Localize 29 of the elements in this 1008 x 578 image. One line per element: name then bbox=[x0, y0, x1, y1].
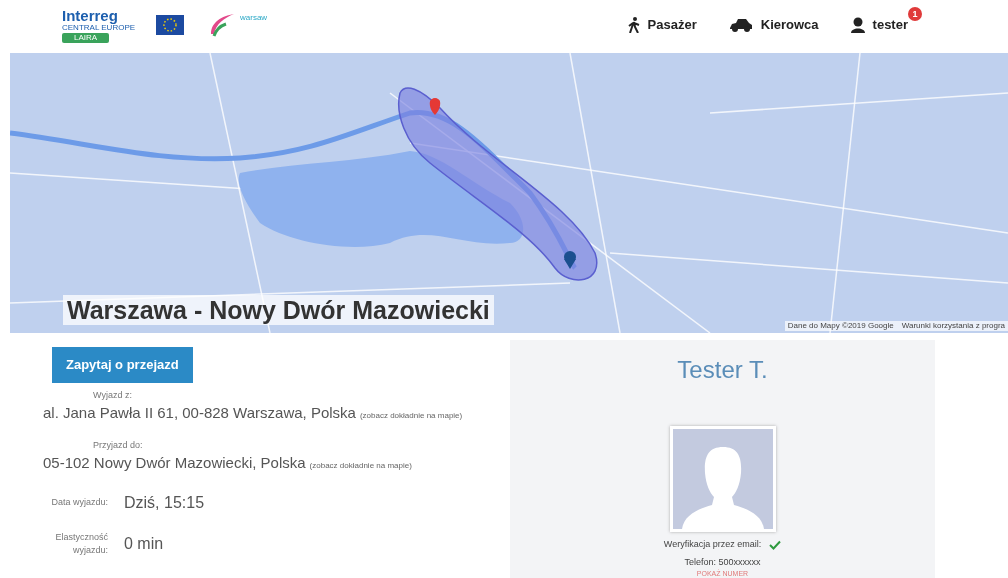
email-verification-label: Weryfikacja przez email: bbox=[663, 538, 762, 551]
logo-title: Interreg bbox=[62, 7, 119, 23]
address-text: al. Jana Pawła II 61, 00-828 Warszawa, Polska bbox=[43, 403, 356, 423]
route-title: Warszawa - Nowy Dwór Mazowiecki bbox=[63, 295, 494, 325]
swoosh-logo-icon bbox=[208, 12, 236, 38]
logo-text: warsaw bbox=[240, 12, 268, 24]
eu-flag-icon bbox=[156, 15, 184, 35]
map-link[interactable]: (zobacz dokładnie na mapie) bbox=[309, 460, 412, 472]
address-text: 05-102 Nowy Dwór Mazowiecki, Polska bbox=[43, 453, 306, 473]
map-attribution: Dane do Mapy ©2019 Google bbox=[787, 321, 894, 331]
driver-name: Tester T. bbox=[677, 355, 768, 385]
nav-link[interactable]: Kierowca bbox=[728, 15, 819, 35]
field-label: Elastyczność wyjazdu: bbox=[54, 530, 108, 557]
field-label: Data wyjazdu: bbox=[50, 495, 108, 509]
map-link[interactable]: (zobacz dokładnie na mapie) bbox=[359, 410, 463, 422]
ask-ride-button[interactable]: Zapytaj o przejazd bbox=[52, 347, 193, 383]
user-icon bbox=[850, 17, 865, 33]
field-value: Dziś, 15:15 bbox=[124, 492, 205, 513]
notification-count: 1 bbox=[908, 7, 922, 22]
nav-link[interactable]: tester 1 bbox=[850, 7, 922, 35]
field-value: 0 min bbox=[124, 534, 164, 554]
phone-text: Telefon: 500xxxxxx bbox=[684, 555, 761, 569]
field-label: Przyjazd do: bbox=[93, 438, 144, 452]
field-label: Wyjazd z: bbox=[93, 388, 133, 402]
terms-link[interactable]: Warunki korzystania z progra bbox=[901, 321, 1005, 331]
walking-person-icon bbox=[627, 17, 640, 33]
nav-link[interactable]: Pasażer bbox=[627, 15, 697, 35]
car-icon bbox=[728, 18, 753, 32]
project-label: LAIRA bbox=[62, 32, 110, 43]
